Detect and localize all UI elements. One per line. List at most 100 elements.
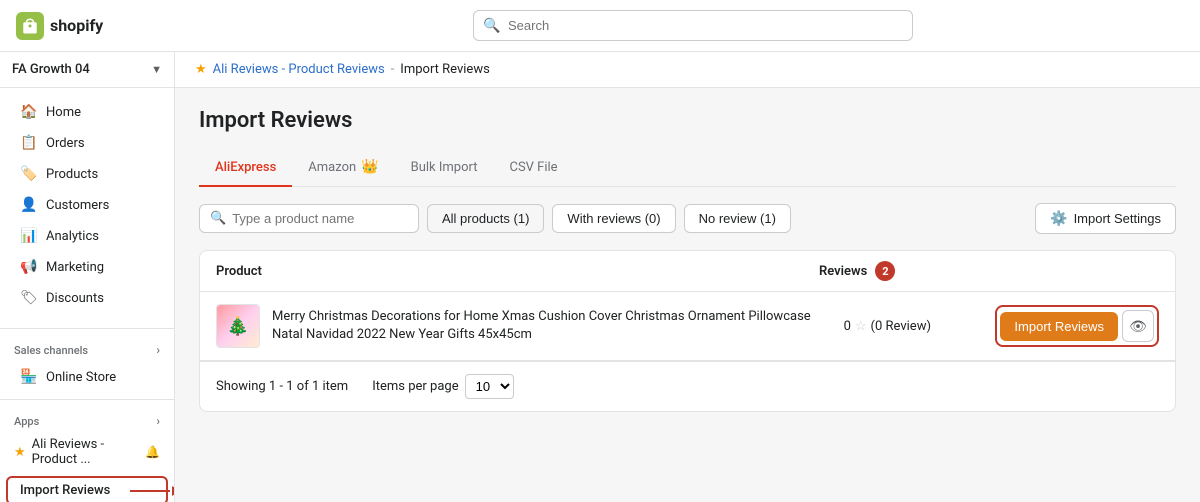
items-per-page-control: Items per page 10 25 50: [372, 374, 513, 399]
sidebar-item-online-store[interactable]: 🏪 Online Store: [6, 362, 168, 392]
product-thumbnail: 🎄: [216, 304, 260, 348]
table-header-reviews: Reviews 2: [819, 261, 939, 281]
sidebar-item-customers-label: Customers: [46, 198, 109, 213]
preview-button[interactable]: 👁: [1122, 310, 1154, 342]
tab-csv-file[interactable]: CSV File: [493, 149, 573, 187]
nav-divider-2: [0, 399, 174, 400]
tab-amazon-label: Amazon: [308, 160, 356, 175]
topbar: shopify 🔍: [0, 0, 1200, 52]
sidebar-item-orders[interactable]: 📋 Orders: [6, 128, 168, 158]
nav-section-main: 🏠 Home 📋 Orders 🏷️ Products 👤 Customers …: [0, 88, 174, 322]
page-title: Import Reviews: [199, 108, 1176, 133]
discounts-icon: 🏷: [20, 289, 38, 307]
tab-amazon[interactable]: Amazon 👑: [292, 149, 394, 187]
tab-bulk-import-label: Bulk Import: [411, 160, 478, 175]
sidebar-item-discounts[interactable]: 🏷 Discounts: [6, 283, 168, 313]
filter-with-reviews[interactable]: With reviews (0): [552, 204, 675, 233]
sidebar-item-discounts-label: Discounts: [46, 291, 104, 306]
annotation-2-area: 2: [875, 261, 895, 281]
product-image: 🎄: [217, 305, 259, 347]
import-tabs: AliExpress Amazon 👑 Bulk Import CSV File: [199, 149, 1176, 187]
chevron-down-icon: ▼: [151, 63, 162, 76]
logo-text: shopify: [50, 16, 103, 35]
sidebar: FA Growth 04 ▼ 🏠 Home 📋 Orders 🏷️ Produc…: [0, 52, 175, 502]
tab-bulk-import[interactable]: Bulk Import: [395, 149, 494, 187]
review-number: 0: [844, 319, 851, 334]
star-empty-icon: ☆: [855, 319, 867, 334]
table-header-row: Product Reviews 2: [200, 251, 1175, 292]
sidebar-item-products[interactable]: 🏷️ Products: [6, 159, 168, 189]
search-icon: 🔍: [483, 18, 500, 34]
online-store-label: Online Store: [46, 370, 116, 385]
sidebar-item-marketing-label: Marketing: [46, 260, 104, 275]
orders-icon: 📋: [20, 134, 38, 152]
apps-expand-icon[interactable]: ›: [156, 414, 160, 428]
customers-icon: 👤: [20, 196, 38, 214]
search-bar: 🔍: [473, 10, 913, 41]
analytics-icon: 📊: [20, 227, 38, 245]
eye-icon: 👁: [1129, 318, 1147, 335]
nav-divider-1: [0, 328, 174, 329]
home-icon: 🏠: [20, 103, 38, 121]
import-btn-highlight: Import Reviews 👁: [995, 305, 1159, 347]
star-icon: ★: [14, 445, 26, 460]
sidebar-item-customers[interactable]: 👤 Customers: [6, 190, 168, 220]
table-header-product: Product: [216, 264, 819, 279]
tab-csv-file-label: CSV File: [509, 160, 557, 175]
product-search-field[interactable]: 🔍: [199, 204, 419, 233]
items-per-page-select[interactable]: 10 25 50: [465, 374, 514, 399]
sidebar-item-products-label: Products: [46, 167, 98, 182]
annotation-badge-2: 2: [875, 261, 895, 281]
sidebar-item-home-label: Home: [46, 105, 81, 120]
app-name-label: Ali Reviews - Product ...: [32, 437, 139, 467]
sidebar-item-marketing[interactable]: 📢 Marketing: [6, 252, 168, 282]
main-layout: FA Growth 04 ▼ 🏠 Home 📋 Orders 🏷️ Produc…: [0, 52, 1200, 502]
import-reviews-button[interactable]: Import Reviews: [1000, 312, 1118, 341]
sidebar-item-analytics[interactable]: 📊 Analytics: [6, 221, 168, 251]
main-content: ★ Ali Reviews - Product Reviews - Import…: [175, 52, 1200, 502]
search-input[interactable]: [473, 10, 913, 41]
shopify-logo: shopify: [16, 12, 186, 40]
pagination-bar: Showing 1 - 1 of 1 item Items per page 1…: [200, 361, 1175, 411]
store-selector[interactable]: FA Growth 04 ▼: [0, 52, 174, 88]
breadcrumb-star-icon: ★: [195, 62, 207, 77]
filter-no-review[interactable]: No review (1): [684, 204, 791, 233]
page-content-area: Import Reviews AliExpress Amazon 👑 Bulk …: [175, 88, 1200, 432]
online-store-icon: 🏪: [20, 368, 38, 386]
filter-all-products[interactable]: All products (1): [427, 204, 544, 233]
products-table: Product Reviews 2 🎄 Merry Chri: [199, 250, 1176, 412]
gear-icon: ⚙️: [1050, 210, 1067, 227]
expand-icon[interactable]: ›: [156, 343, 160, 357]
shopify-bag-icon: [16, 12, 44, 40]
product-action-col: Import Reviews 👁: [939, 305, 1159, 347]
sidebar-subitem-import-reviews[interactable]: Import Reviews: [6, 476, 168, 502]
table-row: 🎄 Merry Christmas Decorations for Home X…: [200, 292, 1175, 361]
breadcrumb-link[interactable]: Ali Reviews - Product Reviews: [213, 62, 385, 77]
breadcrumb-separator: -: [391, 62, 395, 77]
settings-btn-label: Import Settings: [1074, 211, 1161, 226]
import-settings-button[interactable]: ⚙️ Import Settings: [1035, 203, 1176, 234]
sales-channels-label: Sales channels ›: [0, 335, 174, 361]
store-name: FA Growth 04: [12, 62, 90, 77]
product-reviews-count: 0 ☆ (0 Review): [819, 319, 939, 334]
breadcrumb: ★ Ali Reviews - Product Reviews - Import…: [175, 52, 1200, 88]
marketing-icon: 📢: [20, 258, 38, 276]
apps-label: Apps ›: [0, 406, 174, 432]
review-label: (0 Review): [871, 319, 931, 334]
product-name: Merry Christmas Decorations for Home Xma…: [272, 308, 819, 344]
pagination-showing: Showing 1 - 1 of 1 item: [216, 379, 348, 394]
tab-aliexpress-label: AliExpress: [215, 160, 276, 175]
sidebar-item-orders-label: Orders: [46, 136, 85, 151]
breadcrumb-current: Import Reviews: [400, 62, 490, 77]
crown-icon: 👑: [361, 159, 378, 175]
tab-aliexpress[interactable]: AliExpress: [199, 149, 292, 187]
product-search-input[interactable]: [232, 211, 408, 226]
bell-icon: 🔔: [145, 445, 160, 459]
items-per-page-label: Items per page: [372, 379, 458, 394]
sidebar-item-home[interactable]: 🏠 Home: [6, 97, 168, 127]
products-icon: 🏷️: [20, 165, 38, 183]
sidebar-item-analytics-label: Analytics: [46, 229, 99, 244]
bag-svg: [21, 17, 39, 35]
app-ali-reviews[interactable]: ★ Ali Reviews - Product ... 🔔: [0, 432, 174, 472]
search-product-icon: 🔍: [210, 211, 226, 226]
